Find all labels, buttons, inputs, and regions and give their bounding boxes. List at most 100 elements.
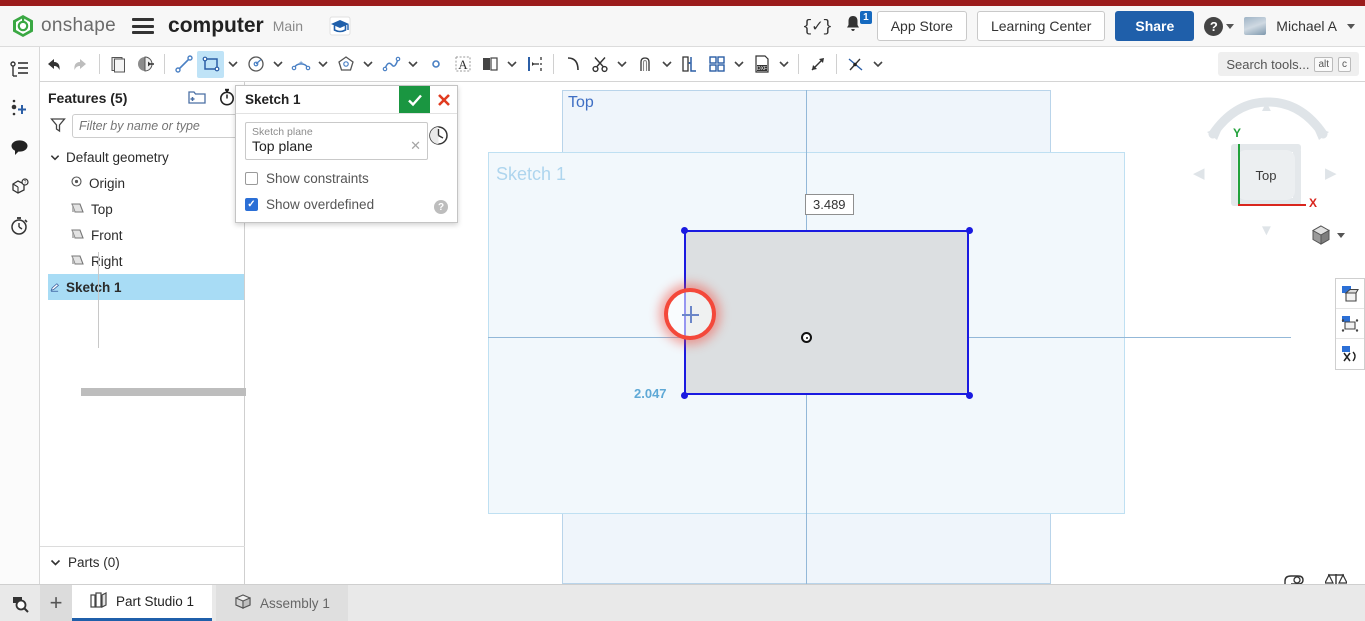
rectangle-vertex-bottom-right[interactable] bbox=[966, 392, 973, 399]
part-info-icon[interactable]: ? bbox=[8, 174, 32, 198]
sketch-text-icon[interactable]: A bbox=[449, 51, 476, 78]
user-name-label[interactable]: Michael A bbox=[1276, 18, 1337, 34]
tab-assembly-1[interactable]: Assembly 1 bbox=[216, 585, 348, 621]
rollback-timer-icon[interactable] bbox=[218, 88, 236, 109]
arrow-down-icon[interactable]: ▼ bbox=[1259, 222, 1274, 239]
rectangle-vertex-top-right[interactable] bbox=[966, 227, 973, 234]
rectangle-tool-icon[interactable] bbox=[197, 50, 224, 78]
arrow-up-icon[interactable]: ▲ bbox=[1259, 98, 1274, 115]
search-tools-input[interactable]: Search tools... alt c bbox=[1218, 52, 1359, 76]
new-sketch-icon[interactable] bbox=[105, 51, 132, 78]
offset-tool-icon[interactable] bbox=[631, 51, 658, 78]
learning-center-button[interactable]: Learning Center bbox=[976, 11, 1106, 41]
sketch-plane-field[interactable]: Sketch plane Top plane ✕ bbox=[245, 122, 428, 160]
line-tool-icon[interactable] bbox=[170, 51, 197, 78]
pattern-dropdown-chevron-icon[interactable] bbox=[730, 51, 748, 78]
branch-name[interactable]: Main bbox=[273, 18, 303, 34]
mirror-tool-icon[interactable] bbox=[476, 51, 503, 78]
sketch-rectangle[interactable] bbox=[684, 230, 969, 395]
notification-bell-icon[interactable]: 1 bbox=[843, 11, 872, 38]
sketch-accept-button[interactable] bbox=[399, 86, 430, 113]
constraint-tool-icon[interactable] bbox=[842, 51, 869, 78]
offset-dropdown-chevron-icon[interactable] bbox=[658, 51, 676, 78]
view-cube-top-face[interactable]: Top bbox=[1237, 150, 1295, 200]
import-dxf-icon[interactable]: DXF bbox=[748, 51, 775, 78]
arrow-right-icon[interactable]: ▶ bbox=[1325, 164, 1337, 182]
display-state-icon[interactable] bbox=[1336, 279, 1364, 309]
filter-input[interactable] bbox=[72, 114, 249, 138]
feature-script-icon[interactable]: {✓} bbox=[802, 16, 833, 37]
sketch-cancel-button[interactable] bbox=[430, 86, 457, 113]
help-menu[interactable]: ? bbox=[1204, 16, 1235, 36]
show-constraints-checkbox[interactable] bbox=[245, 172, 258, 185]
show-overdefined-checkbox[interactable]: ✓ bbox=[245, 198, 258, 211]
arc-dropdown-chevron-icon[interactable] bbox=[314, 51, 332, 78]
tree-item-front-plane[interactable]: Front bbox=[48, 222, 244, 248]
polygon-dropdown-chevron-icon[interactable] bbox=[359, 51, 377, 78]
tree-item-top-plane[interactable]: Top bbox=[48, 196, 244, 222]
chevron-down-icon bbox=[1226, 23, 1235, 29]
dxf-dropdown-chevron-icon[interactable] bbox=[775, 51, 793, 78]
use-project-icon[interactable] bbox=[676, 51, 703, 78]
render-options-icon[interactable] bbox=[1336, 339, 1364, 369]
origin-icon bbox=[70, 175, 83, 191]
onshape-logo[interactable]: onshape bbox=[12, 14, 116, 38]
sketch-shaded-icon[interactable] bbox=[132, 51, 159, 78]
hamburger-menu-icon[interactable] bbox=[132, 15, 155, 38]
chevron-down-icon[interactable] bbox=[50, 555, 61, 570]
sketch-plane-clock-icon[interactable] bbox=[428, 125, 449, 149]
polygon-tool-icon[interactable] bbox=[332, 51, 359, 78]
feature-list-icon[interactable] bbox=[8, 57, 32, 81]
view-cube-dropdown-icon[interactable] bbox=[1310, 224, 1345, 246]
origin-point-marker[interactable] bbox=[801, 332, 812, 343]
arrow-left-icon[interactable]: ◀ bbox=[1193, 164, 1205, 182]
parts-header[interactable]: Parts (0) bbox=[40, 555, 245, 570]
undo-button[interactable] bbox=[40, 51, 67, 78]
sketch-pattern-icon[interactable] bbox=[703, 51, 730, 78]
rectangle-vertex-top-left[interactable] bbox=[681, 227, 688, 234]
rectangle-dropdown-chevron-icon[interactable] bbox=[224, 51, 242, 78]
extend-tool-icon[interactable] bbox=[804, 51, 831, 78]
feature-tree: Default geometry Origin Top Front Right … bbox=[40, 144, 244, 300]
mirror-dropdown-chevron-icon[interactable] bbox=[503, 51, 521, 78]
filter-funnel-icon[interactable] bbox=[50, 117, 66, 136]
section-view-icon[interactable] bbox=[1336, 309, 1364, 339]
arc-tool-icon[interactable]: + bbox=[287, 51, 314, 78]
tree-item-default-geometry[interactable]: Default geometry bbox=[48, 144, 244, 170]
learning-graduation-cap-icon[interactable] bbox=[328, 15, 352, 37]
spline-tool-icon[interactable] bbox=[377, 51, 404, 78]
constraint-dropdown-chevron-icon[interactable] bbox=[869, 51, 887, 78]
trim-dropdown-chevron-icon[interactable] bbox=[613, 51, 631, 78]
width-dimension-input[interactable]: 3.489 bbox=[805, 194, 854, 215]
history-icon[interactable] bbox=[8, 213, 32, 237]
circle-dropdown-chevron-icon[interactable] bbox=[269, 51, 287, 78]
clear-x-icon[interactable]: ✕ bbox=[410, 138, 421, 154]
circle-tool-icon[interactable] bbox=[242, 51, 269, 78]
add-variable-icon[interactable] bbox=[8, 96, 32, 120]
tab-search-icon[interactable] bbox=[0, 585, 40, 621]
tab-part-studio-1[interactable]: Part Studio 1 bbox=[72, 585, 213, 621]
document-title[interactable]: computer bbox=[168, 14, 264, 38]
show-constraints-row[interactable]: Show constraints bbox=[245, 171, 448, 186]
point-tool-icon[interactable] bbox=[422, 51, 449, 78]
chevron-down-icon[interactable] bbox=[50, 153, 60, 162]
app-store-button[interactable]: App Store bbox=[876, 11, 967, 41]
avatar[interactable] bbox=[1244, 17, 1267, 35]
sketch-help-icon[interactable]: ? bbox=[434, 200, 448, 214]
redo-button[interactable] bbox=[67, 51, 94, 78]
spline-dropdown-chevron-icon[interactable] bbox=[404, 51, 422, 78]
show-overdefined-row[interactable]: ✓ Show overdefined bbox=[245, 197, 448, 212]
dimension-tool-icon[interactable] bbox=[521, 51, 548, 78]
add-tab-button[interactable]: + bbox=[40, 585, 72, 621]
share-button[interactable]: Share bbox=[1115, 11, 1195, 41]
tree-item-right-plane[interactable]: Right bbox=[48, 248, 244, 274]
rectangle-vertex-bottom-left[interactable] bbox=[681, 392, 688, 399]
tree-item-sketch-1[interactable]: Sketch 1 bbox=[48, 274, 244, 300]
new-folder-icon[interactable] bbox=[188, 89, 206, 108]
svg-text:?: ? bbox=[24, 180, 27, 186]
user-chevron-down-icon[interactable] bbox=[1347, 23, 1355, 29]
comments-icon[interactable] bbox=[8, 135, 32, 159]
tree-item-origin[interactable]: Origin bbox=[48, 170, 244, 196]
trim-scissors-icon[interactable] bbox=[586, 51, 613, 78]
fillet-tool-icon[interactable] bbox=[559, 51, 586, 78]
